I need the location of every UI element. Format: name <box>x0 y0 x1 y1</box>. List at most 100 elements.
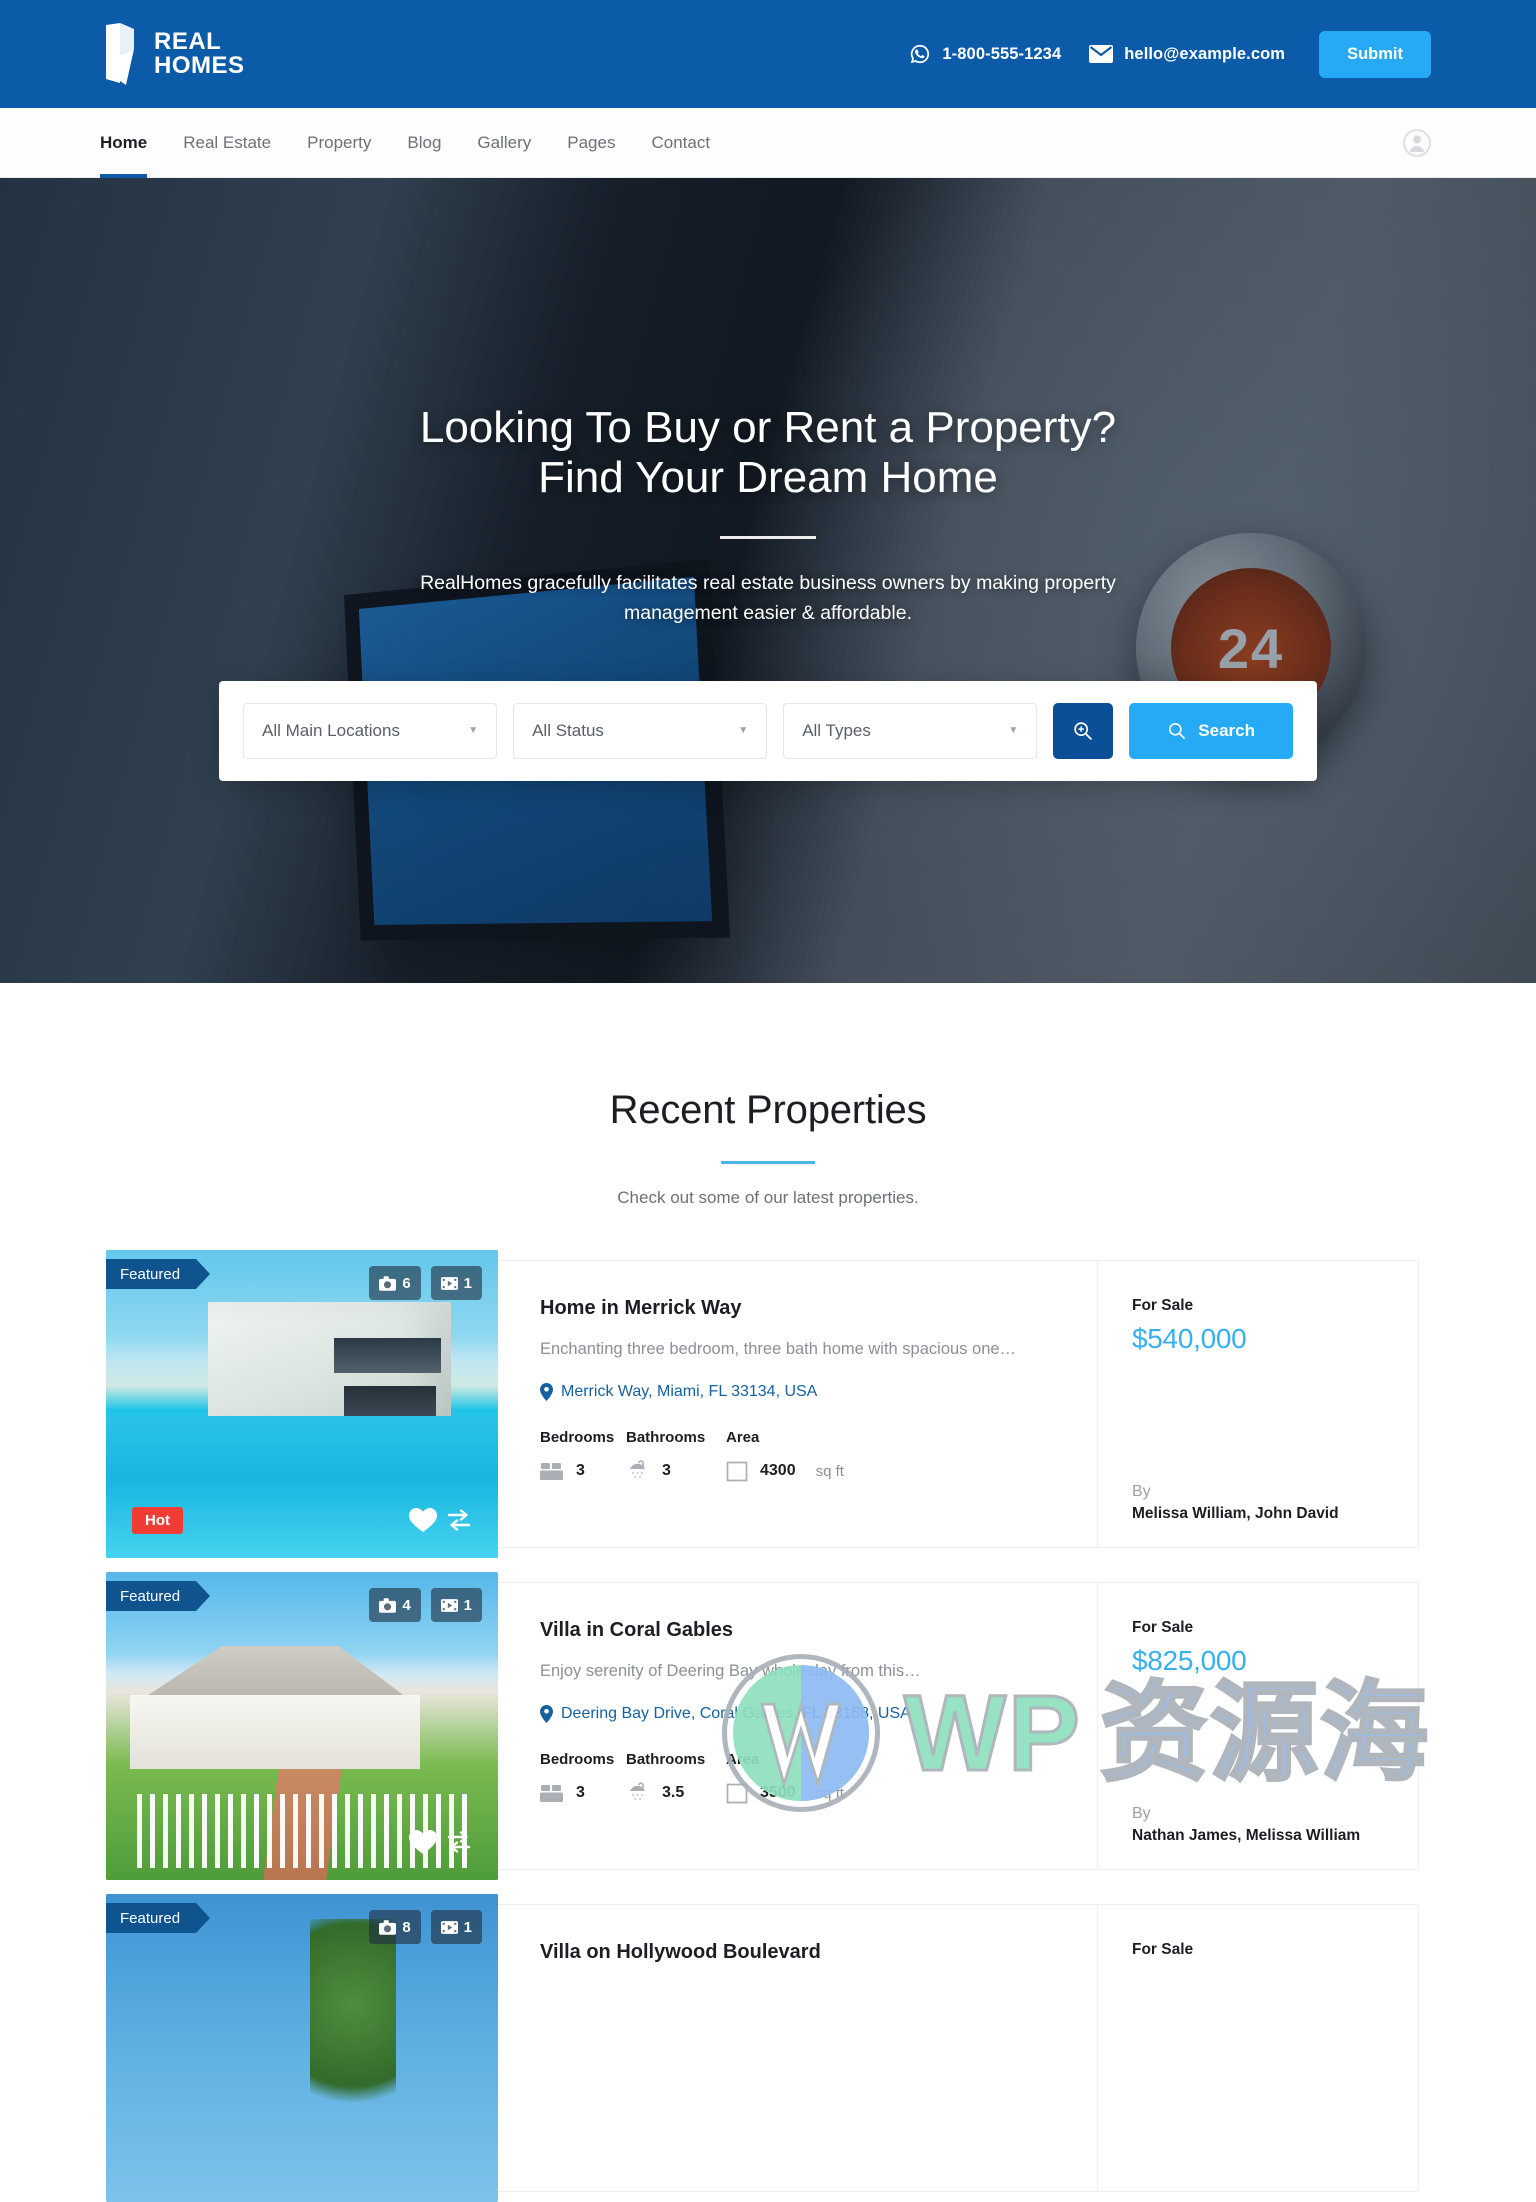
property-status: For Sale <box>1132 1619 1194 1636</box>
property-details: Villa on Hollywood Boulevard <box>498 1905 1098 2191</box>
media-count-group: 6 1 <box>369 1266 482 1300</box>
property-title[interactable]: Villa on Hollywood Boulevard <box>540 1941 1063 1964</box>
property-address[interactable]: Merrick Way, Miami, FL 33134, USA <box>540 1383 1063 1401</box>
photo-count-badge: 4 <box>369 1588 421 1622</box>
status-select[interactable]: All Status ▼ <box>513 702 768 759</box>
bedrooms-value-cell: 3 <box>540 1784 626 1803</box>
section-title: Recent Properties <box>609 1088 927 1132</box>
video-count-badge: 1 <box>430 1910 482 1944</box>
nav-item-pages[interactable]: Pages <box>549 108 633 177</box>
meta-header-bathrooms: Bathrooms <box>626 1751 706 1768</box>
video-count: 1 <box>463 1918 472 1936</box>
email-contact[interactable]: hello@example.com <box>1089 45 1285 64</box>
meta-header-bedrooms: Bedrooms <box>540 1751 615 1768</box>
property-card[interactable]: Featured 4 1 Villa in Coral Gables Enjoy… <box>106 1572 1419 1880</box>
location-select-value: All Main Locations <box>262 720 400 740</box>
search-plus-icon <box>1074 722 1092 740</box>
property-price-column: For Sale $825,000 By Nathan James, Melis… <box>1098 1583 1418 1869</box>
property-meta-headers: Bedrooms Bathrooms Area <box>540 1429 1063 1446</box>
camera-icon <box>379 1597 397 1613</box>
property-thumbnail[interactable]: Featured 8 1 <box>106 1894 498 2202</box>
property-title[interactable]: Villa in Coral Gables <box>540 1619 1063 1642</box>
bed-icon <box>540 1784 563 1802</box>
photo-count: 4 <box>402 1596 411 1614</box>
property-price: $540,000 <box>1132 1323 1247 1354</box>
area-unit: sq ft <box>815 1462 844 1480</box>
camera-icon <box>379 1919 397 1935</box>
property-status: For Sale <box>1132 1297 1194 1314</box>
area-icon <box>726 1461 748 1481</box>
bedrooms-value: 3 <box>576 1462 585 1479</box>
property-details: Villa in Coral Gables Enjoy serenity of … <box>498 1583 1098 1869</box>
nav-item-gallery[interactable]: Gallery <box>459 108 549 177</box>
search-button[interactable]: Search <box>1129 702 1293 759</box>
property-title[interactable]: Home in Merrick Way <box>540 1297 1063 1320</box>
brand-line-1: REAL <box>154 28 222 55</box>
favorite-heart-icon[interactable] <box>408 1828 438 1860</box>
hero-title-line-2: Find Your Dream Home <box>538 452 998 502</box>
property-thumbnail[interactable]: Featured 4 1 <box>106 1572 498 1880</box>
featured-badge: Featured <box>106 1259 211 1289</box>
nav-item-home[interactable]: Home <box>100 108 165 178</box>
author-names[interactable]: Nathan James, Melissa William <box>1132 1827 1388 1845</box>
phone-contact[interactable]: 1-800-555-1234 <box>909 43 1061 65</box>
search-icon <box>1169 722 1186 739</box>
hero-title: Looking To Buy or Rent a Property? Find … <box>0 403 1536 502</box>
property-thumbnail[interactable]: Featured 6 1 Hot <box>106 1250 498 1558</box>
property-status: For Sale <box>1132 1941 1194 1958</box>
nav-item-property[interactable]: Property <box>289 108 389 177</box>
email-address: hello@example.com <box>1124 44 1286 63</box>
search-button-label: Search <box>1198 720 1255 740</box>
video-count-badge: 1 <box>430 1588 482 1622</box>
hero-section: 24 Looking To Buy or Rent a Property? Fi… <box>0 178 1536 983</box>
author-names[interactable]: Melissa William, John David <box>1132 1505 1388 1523</box>
property-price: $825,000 <box>1132 1645 1247 1676</box>
photo-count-badge: 6 <box>369 1266 421 1300</box>
brand-logo[interactable]: REAL HOMES <box>100 23 245 85</box>
area-icon <box>726 1783 748 1803</box>
video-icon <box>440 1598 458 1612</box>
card-action-group <box>408 1506 472 1538</box>
status-select-value: All Status <box>532 720 604 740</box>
property-description: Enjoy serenity of Deering Bay whole day … <box>540 1662 921 1680</box>
property-card[interactable]: Featured 6 1 Hot Home in Merrick Way Enc… <box>106 1250 1419 1558</box>
image-detail-house <box>129 1695 420 1776</box>
nav-item-blog[interactable]: Blog <box>389 108 459 177</box>
map-pin-icon <box>540 1383 553 1401</box>
chevron-down-icon: ▼ <box>738 724 749 736</box>
type-select[interactable]: All Types ▼ <box>783 702 1038 759</box>
author-by-label: By <box>1132 1483 1151 1500</box>
account-button[interactable] <box>1403 108 1431 177</box>
bathrooms-value-cell: 3.5 <box>626 1782 726 1804</box>
favorite-heart-icon[interactable] <box>408 1506 438 1538</box>
property-address-text: Merrick Way, Miami, FL 33134, USA <box>561 1383 818 1400</box>
compare-arrows-icon[interactable] <box>446 1507 472 1538</box>
advanced-search-button[interactable] <box>1053 702 1114 759</box>
property-card[interactable]: Featured 8 1 Villa on Hollywood Boulevar… <box>106 1894 1419 2202</box>
compare-arrows-icon[interactable] <box>446 1829 472 1860</box>
section-divider <box>721 1161 815 1164</box>
header-contact-group: 1-800-555-1234 hello@example.com Submit <box>909 30 1431 78</box>
nav-item-contact[interactable]: Contact <box>633 108 728 177</box>
featured-badge: Featured <box>106 1903 211 1933</box>
video-icon <box>440 1920 458 1934</box>
property-meta-values: 3 3 4300 sq ft <box>540 1460 1063 1482</box>
chevron-down-icon: ▼ <box>468 724 479 736</box>
property-description: Enchanting three bedroom, three bath hom… <box>540 1340 1017 1358</box>
hero-content: Looking To Buy or Rent a Property? Find … <box>0 178 1536 781</box>
property-address[interactable]: Deering Bay Drive, Coral Gables, FL 3315… <box>540 1705 1063 1723</box>
user-avatar-icon <box>1403 128 1431 157</box>
location-select[interactable]: All Main Locations ▼ <box>243 702 498 759</box>
envelope-icon <box>1089 45 1114 63</box>
property-details: Home in Merrick Way Enchanting three bed… <box>498 1261 1098 1547</box>
type-select-value: All Types <box>802 720 871 740</box>
hero-divider <box>720 536 816 540</box>
area-value: 4300 <box>760 1462 796 1479</box>
video-icon <box>440 1276 458 1290</box>
property-search-bar: All Main Locations ▼ All Status ▼ All Ty… <box>219 680 1317 781</box>
area-value-cell: 3500 sq ft <box>726 1783 844 1804</box>
nav-item-real-estate[interactable]: Real Estate <box>165 108 289 177</box>
submit-button[interactable]: Submit <box>1319 30 1431 78</box>
video-count: 1 <box>463 1596 472 1614</box>
recent-properties-section: Recent Properties Check out some of our … <box>0 983 1536 2202</box>
